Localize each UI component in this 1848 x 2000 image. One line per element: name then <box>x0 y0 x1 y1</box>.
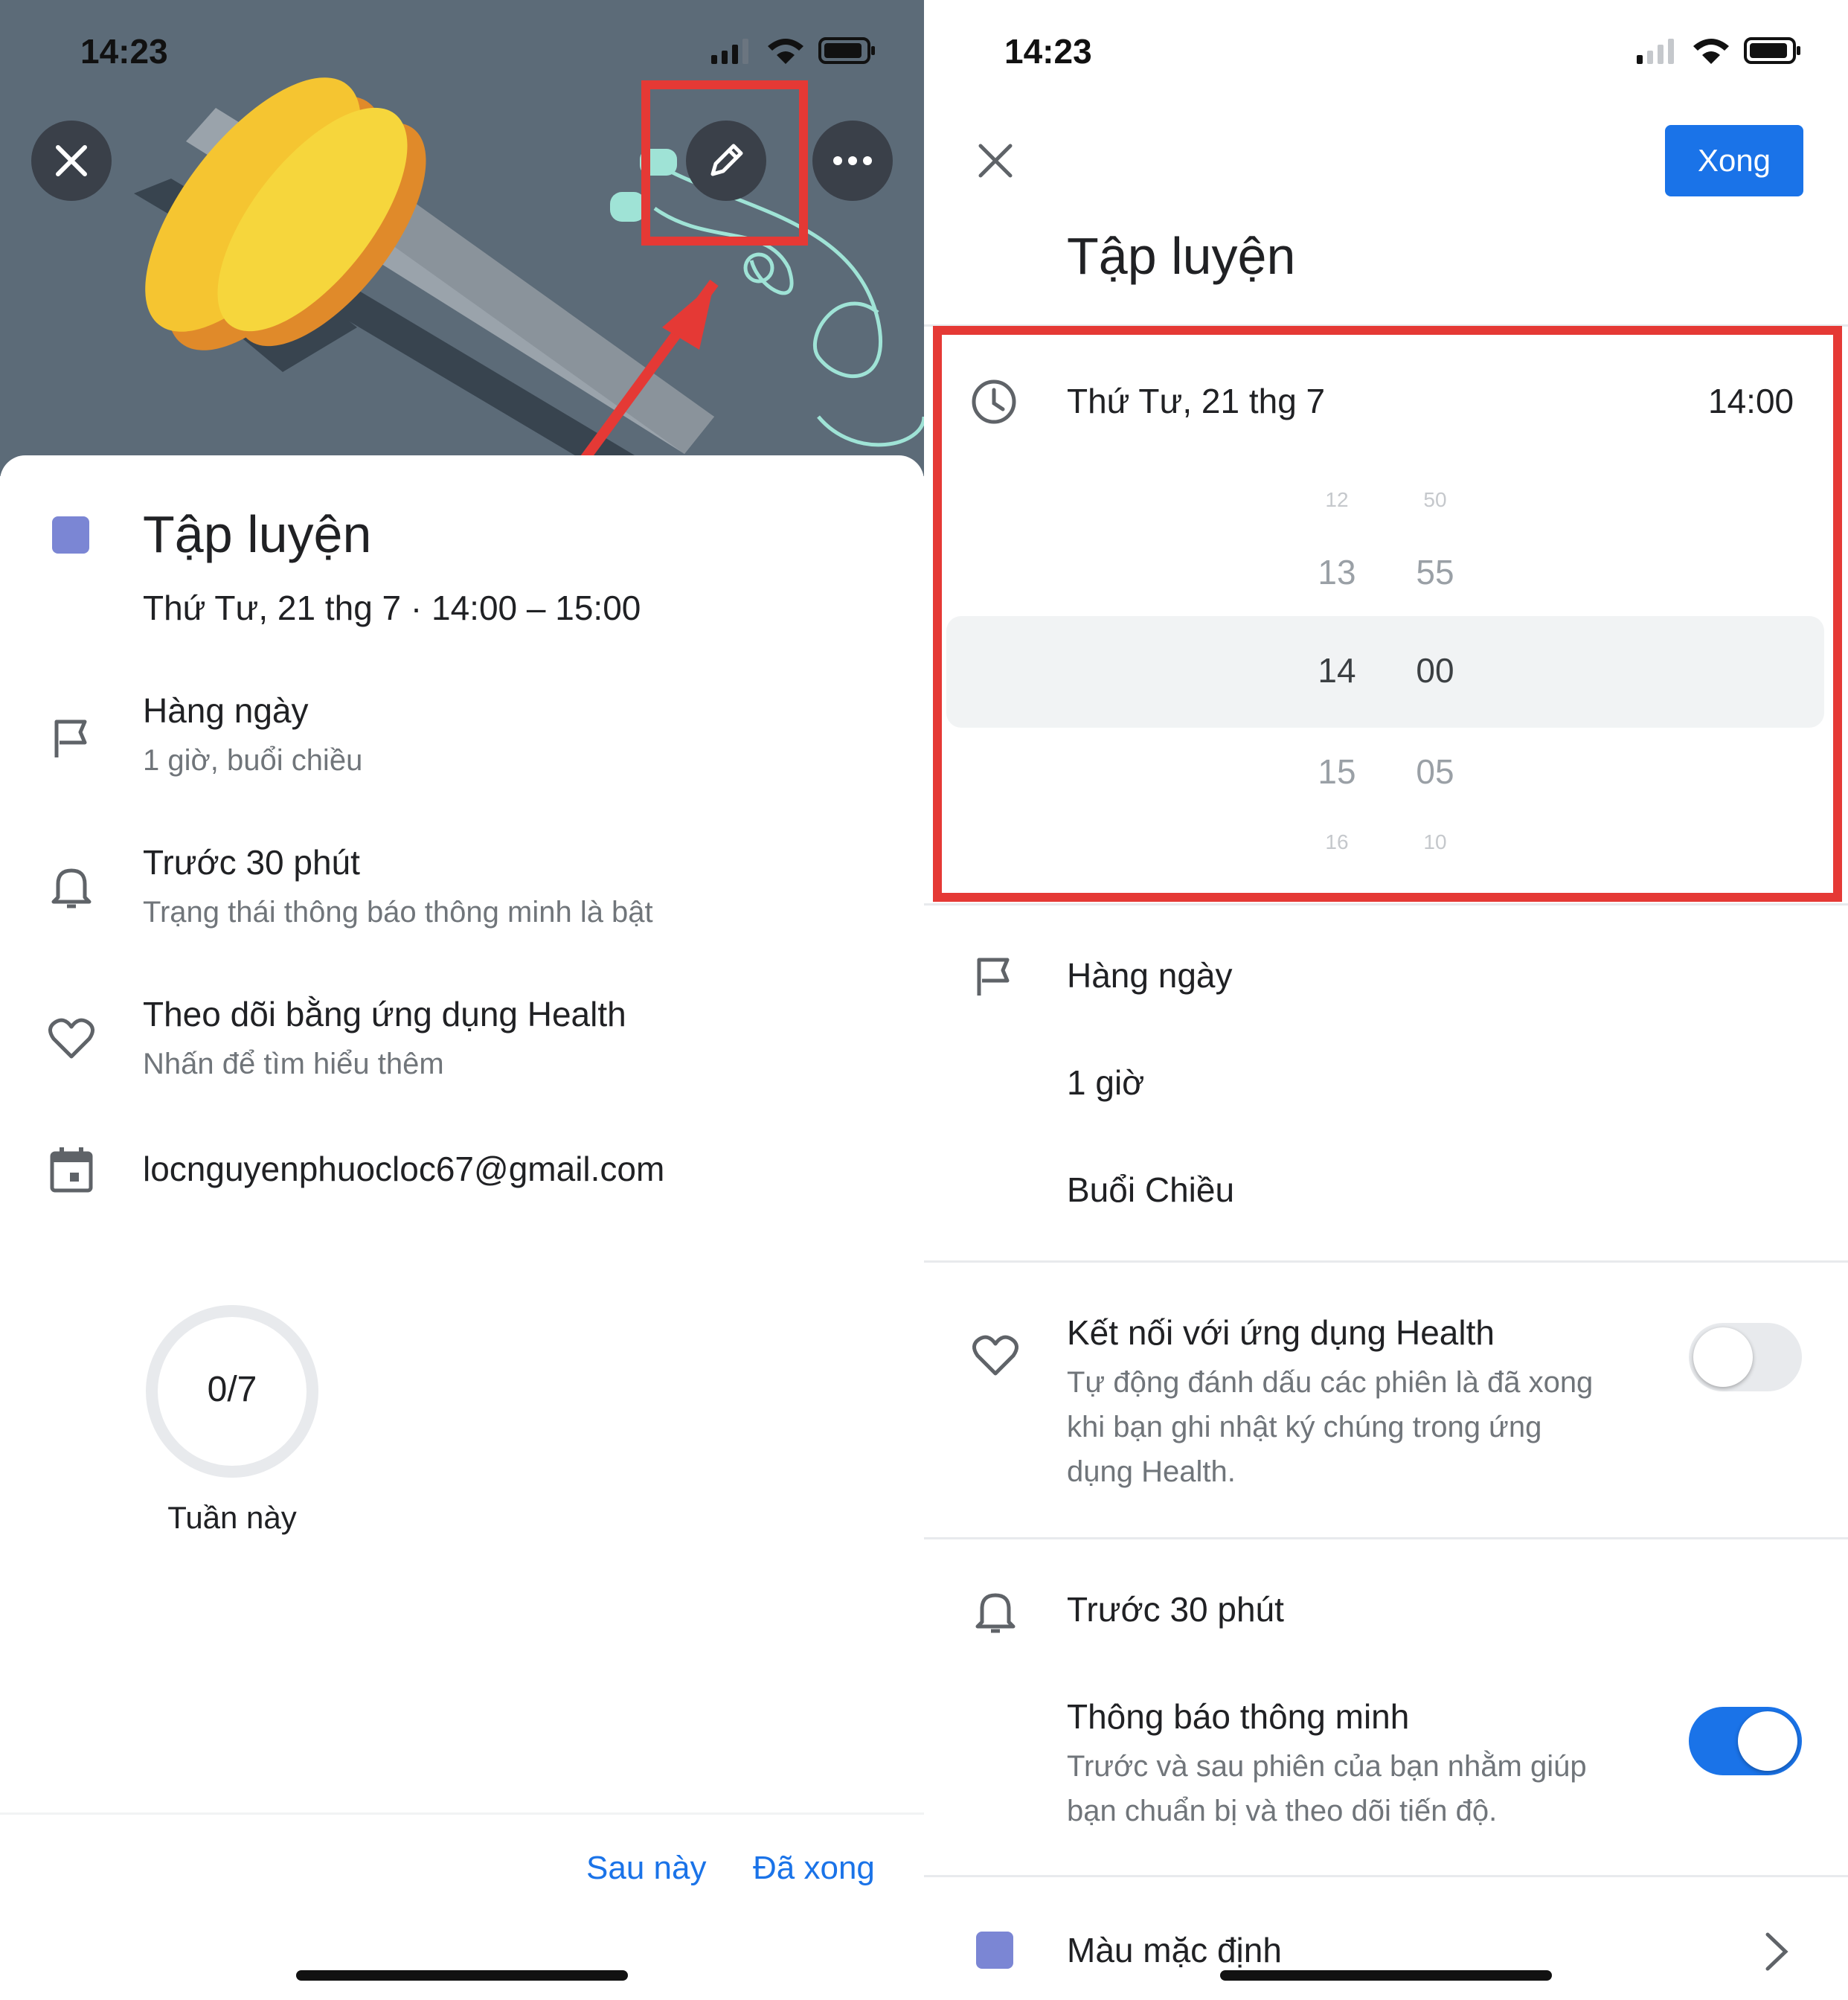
smart-title: Thông báo thông minh <box>1067 1697 1410 1736</box>
heart-icon <box>48 1018 94 1059</box>
toggle-knob <box>1693 1327 1753 1387</box>
reminder-detail: Trạng thái thông báo thông minh là bật <box>143 896 653 929</box>
status-time: 14:23 <box>80 32 168 71</box>
detail-sheet <box>0 455 924 2000</box>
health-text[interactable]: Theo dõi bằng ứng dụng Health <box>143 994 626 1034</box>
frequency-select[interactable]: Hàng ngày <box>1067 955 1233 996</box>
color-select[interactable]: Màu mặc định <box>1067 1930 1282 1970</box>
smart-desc-line: Trước và sau phiên của bạn nhằm giúp <box>1067 1750 1587 1783</box>
smart-desc-line: bạn chuẩn bị và theo dõi tiến độ. <box>1067 1795 1498 1827</box>
footer-divider <box>0 1812 924 1815</box>
toggle-knob <box>1738 1711 1797 1771</box>
highlight-box <box>933 326 1842 902</box>
close-button[interactable] <box>31 121 112 201</box>
progress-value: 0/7 <box>207 1370 257 1409</box>
bell-icon <box>51 868 92 908</box>
health-title: Kết nối với ứng dụng Health <box>1067 1313 1495 1352</box>
health-detail: Nhấn để tìm hiểu thêm <box>143 1048 444 1080</box>
close-icon[interactable] <box>978 143 1013 179</box>
habit-title: Tập luyện <box>143 505 372 563</box>
more-button[interactable] <box>812 121 893 201</box>
flag-icon <box>977 958 1010 996</box>
divider <box>924 903 1848 906</box>
calendar-icon <box>50 1147 93 1193</box>
bell-icon <box>975 1593 1016 1633</box>
home-indicator <box>296 1970 628 1981</box>
health-desc-line: khi bạn ghi nhật ký chúng trong ứng <box>1067 1411 1542 1443</box>
save-button[interactable]: Xong <box>1665 125 1803 196</box>
color-swatch <box>976 1932 1013 1969</box>
reminder-select[interactable]: Trước 30 phút <box>1067 1589 1284 1629</box>
chevron-right-icon[interactable] <box>1763 1932 1790 1972</box>
color-dot <box>52 516 89 554</box>
more-icon <box>833 156 872 165</box>
reminder-text: Trước 30 phút <box>143 843 360 882</box>
habit-detail-panel: 14:23 Tập luyện Thứ Tư, 21 thg 7 · 14:00… <box>0 0 924 2000</box>
done-button[interactable]: Đã xong <box>753 1850 875 1887</box>
highlight-box <box>641 80 808 246</box>
flag-icon <box>54 719 87 757</box>
home-indicator <box>1220 1970 1552 1981</box>
later-button[interactable]: Sau này <box>586 1850 706 1887</box>
divider <box>924 1537 1848 1539</box>
habit-schedule: Thứ Tư, 21 thg 7 · 14:00 – 15:00 <box>143 589 641 627</box>
frequency-text: Hàng ngày <box>143 691 309 730</box>
close-icon <box>56 145 87 176</box>
health-toggle[interactable] <box>1689 1323 1802 1391</box>
progress-label: Tuần này <box>167 1500 297 1535</box>
status-time-right: 14:23 <box>1004 32 1092 71</box>
divider <box>924 1260 1848 1263</box>
best-time-select[interactable]: Buổi Chiều <box>1067 1170 1234 1210</box>
divider <box>924 1875 1848 1877</box>
edit-title: Tập luyện <box>1067 227 1296 285</box>
duration-select[interactable]: 1 giờ <box>1067 1062 1144 1103</box>
hero-illustration: 14:23 <box>0 0 924 476</box>
heart-icon <box>972 1335 1018 1376</box>
health-desc-line: dụng Health. <box>1067 1455 1236 1488</box>
smart-toggle[interactable] <box>1689 1707 1802 1775</box>
health-desc-line: Tự động đánh dấu các phiên là đã xong <box>1067 1366 1594 1399</box>
status-icons-right <box>1637 37 1800 64</box>
status-icons <box>711 37 875 64</box>
frequency-detail: 1 giờ, buổi chiều <box>143 744 363 777</box>
calendar-account: locnguyenphuocloc67@gmail.com <box>143 1150 665 1188</box>
